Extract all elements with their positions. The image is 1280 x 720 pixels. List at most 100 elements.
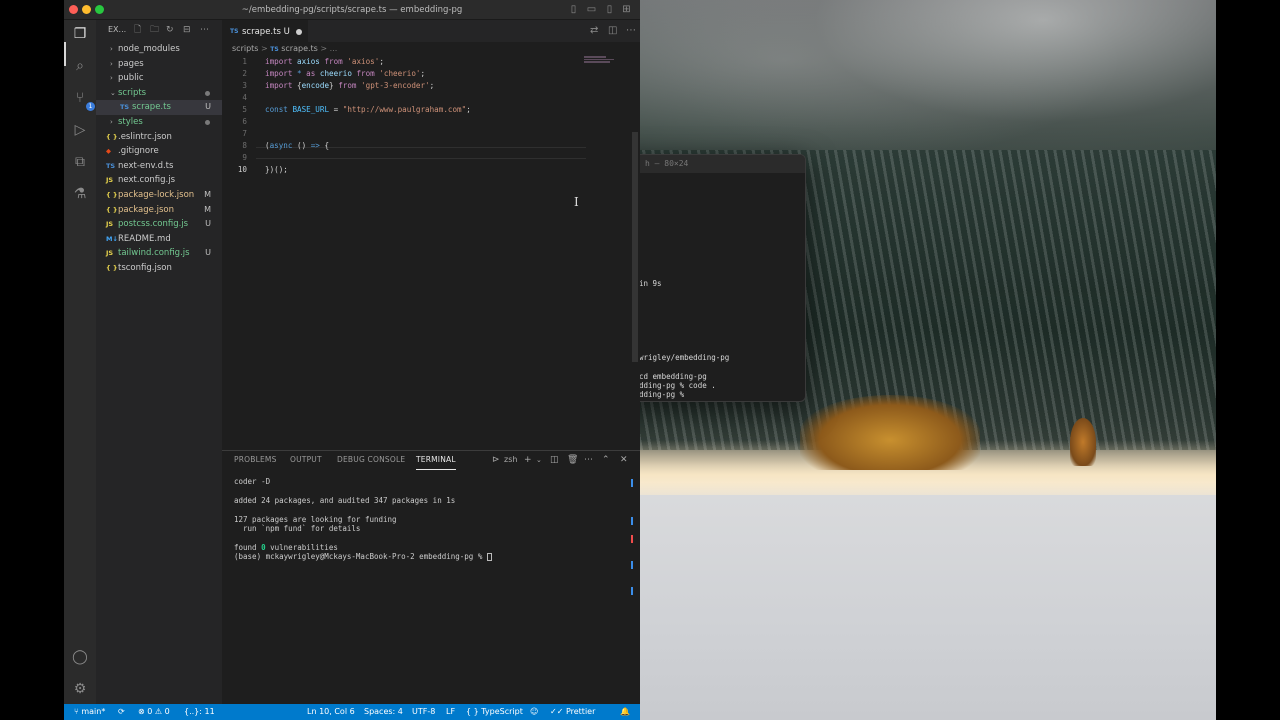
breadcrumb-more[interactable]: > ... [320,44,337,53]
terminal-output-line: run `npm fund` for details [234,524,361,533]
explorer-icon[interactable]: ❐ [70,24,90,44]
git-compare-icon[interactable]: ⇄ [590,25,598,36]
terminal-line: wrigley/embedding-pg [639,353,730,362]
terminal-line: dding-pg % [639,390,689,399]
explorer-item[interactable]: M↓ README.md [96,232,222,247]
run-debug-icon[interactable]: ▷ [70,120,90,140]
accounts-icon[interactable]: ◯ [70,647,90,667]
breadcrumb-separator: > [261,44,268,53]
breadcrumb-file[interactable]: scrape.ts [281,44,318,53]
line-number: 6 [242,117,247,126]
manage-gear-icon[interactable]: ⚙ [70,679,90,699]
git-branch[interactable]: ⑂ main* [74,704,105,720]
code-line[interactable]: 6 [222,116,640,128]
language-mode[interactable]: { } TypeScript [466,704,523,720]
tab-debug-console[interactable]: DEBUG CONSOLE [337,451,405,469]
search-icon[interactable]: ⌕ [70,56,90,76]
explorer-item[interactable]: JS tailwind.config.js U [96,246,222,261]
tab-terminal[interactable]: TERMINAL [416,451,456,470]
tab-output[interactable]: OUTPUT [290,451,322,469]
code-line[interactable]: 10})(); [222,164,640,176]
new-file-icon[interactable]: 🗋 [134,25,141,35]
explorer-item[interactable]: › node_modules [96,42,222,57]
toggle-sidebar-icon[interactable]: ▯ [568,4,579,15]
explorer-item[interactable]: › styles [96,115,222,130]
tab-problems[interactable]: PROBLEMS [234,451,277,469]
explorer-item[interactable]: › public [96,71,222,86]
notifications-bell-icon[interactable]: 🔔 [620,704,630,720]
explorer-item[interactable]: JS postcss.config.js U [96,217,222,232]
explorer-item-label: postcss.config.js [118,219,189,230]
explorer-item-label: tailwind.config.js [118,248,190,259]
maximize-panel-icon[interactable]: ⌃ [602,454,610,466]
explorer-item[interactable]: { } package-lock.json M [96,188,222,203]
tab-scrape-ts[interactable]: TS scrape.ts U [222,20,308,42]
explorer-title: EX... [108,25,127,34]
refresh-icon[interactable]: ↻ [166,25,174,35]
kill-terminal-icon[interactable]: 🗑 [567,454,578,466]
code-line[interactable]: 5 const BASE_URL = "http://www.paulgraham… [222,104,640,116]
explorer-item[interactable]: ◆ .gitignore [96,144,222,159]
split-terminal-icon[interactable]: ◫ [550,454,559,466]
feedback-icon[interactable]: ☺ [530,704,538,720]
breadcrumb-folder[interactable]: scripts [232,44,258,53]
terminal-shell-name[interactable]: zsh [504,454,517,466]
chevron-right-icon[interactable]: › [110,71,118,86]
chevron-down-icon[interactable]: ⌄ [536,454,542,466]
new-terminal-icon[interactable]: + [524,454,532,466]
js-file-icon: JS [106,220,114,229]
explorer-item-label: styles [118,117,143,127]
code-editor[interactable]: 1 import axios from 'axios'; 2 import * as … [222,56,640,436]
source-control-icon[interactable]: ⑂ 1 [70,88,95,111]
toggle-panel-icon[interactable]: ▭ [586,4,597,15]
code-line[interactable]: 2 import * as cheerio from 'cheerio'; [222,68,640,80]
explorer-item[interactable]: { } tsconfig.json [96,261,222,276]
encoding[interactable]: UTF-8 [412,704,435,720]
chevron-right-icon[interactable]: › [110,115,118,130]
explorer-item[interactable]: JS next.config.js [96,173,222,188]
sync-icon[interactable]: ⟳ [118,704,125,720]
editor-scrollbar[interactable] [632,132,638,362]
terminal-shell-icon[interactable]: ⊳ [492,454,500,466]
code-line[interactable]: 8 (async () => { [222,140,640,152]
code-line[interactable]: 3 import {encode} from 'gpt-3-encoder'; [222,80,640,92]
explorer-item-label: public [118,73,144,84]
code-line[interactable]: 9 [222,152,640,164]
explorer-item[interactable]: { } package.json M [96,203,222,218]
explorer-item[interactable]: ⌄ scripts [96,86,222,101]
customize-layout-icon[interactable]: ⊞ [621,4,632,15]
end-of-line[interactable]: LF [446,704,455,720]
js-file-icon: JS [106,176,114,185]
indentation[interactable]: Spaces: 4 [364,704,403,720]
editor-more-icon[interactable]: ⋯ [626,25,636,36]
collapse-all-icon[interactable]: ⊟ [183,25,191,35]
more-actions-icon[interactable]: ⋯ [200,25,209,35]
explorer-item[interactable]: TS scrape.ts U [96,100,222,115]
explorer-item[interactable]: › pages [96,57,222,72]
code-line[interactable]: 4 [222,92,640,104]
cursor-position[interactable]: Ln 10, Col 6 [307,704,355,720]
toggle-secondary-sidebar-icon[interactable]: ▯ [604,4,615,15]
chevron-right-icon[interactable]: › [110,57,118,72]
language-status[interactable]: {..}: 11 [184,704,215,720]
panel-more-icon[interactable]: ⋯ [584,454,593,466]
new-folder-icon[interactable]: 🗀 [150,25,159,35]
explorer-item[interactable]: TS next-env.d.ts [96,159,222,174]
split-editor-icon[interactable]: ◫ [608,25,617,36]
close-panel-icon[interactable]: ✕ [620,454,628,466]
testing-icon[interactable]: ⚗ [70,184,90,204]
code-text: import * as cheerio from 'cheerio'; [265,69,426,78]
problems-status[interactable]: ⊗ 0 ⚠ 0 [138,704,170,720]
autumn-trees [800,395,980,470]
json-file-icon: { } [106,264,118,272]
extensions-icon[interactable]: ⧉ [70,152,90,172]
minimap[interactable] [584,56,624,72]
code-line[interactable]: 7 [222,128,640,140]
chevron-down-icon[interactable]: ⌄ [110,86,118,101]
chevron-right-icon[interactable]: › [110,42,118,57]
explorer-item[interactable]: { } .eslintrc.json [96,130,222,145]
code-line[interactable]: 1 import axios from 'axios'; [222,56,640,68]
unsaved-dot-icon[interactable] [296,29,302,35]
source-control-badge: 1 [86,102,95,111]
prettier-status[interactable]: ✓✓ Prettier [550,704,595,720]
